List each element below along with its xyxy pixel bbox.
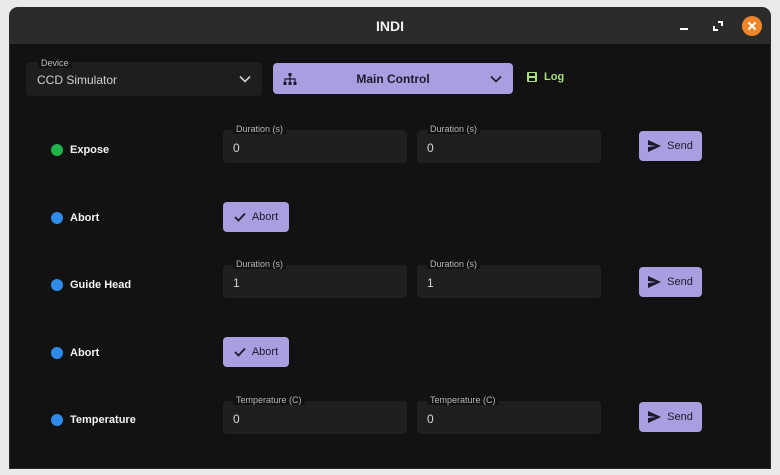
device-select-value: CCD Simulator — [37, 73, 118, 87]
duration-field[interactable]: Duration (s) 1 — [417, 259, 601, 298]
maximize-button[interactable] — [708, 16, 728, 36]
status-indicator — [51, 144, 63, 156]
abort-button[interactable]: Abort — [223, 337, 289, 367]
window-title: INDI — [376, 18, 404, 34]
temperature-field[interactable]: Temperature (C) 0 — [223, 395, 407, 434]
send-button[interactable]: Send — [639, 131, 702, 161]
duration-field[interactable]: Duration (s) 0 — [223, 124, 407, 163]
field-label: Temperature (C) — [233, 395, 305, 405]
property-row-guide-head: Guide Head Duration (s) 1 Duration (s) 1… — [10, 259, 770, 301]
duration-field[interactable]: Duration (s) 1 — [223, 259, 407, 298]
field-value: 0 — [233, 141, 240, 155]
property-label: Temperature — [70, 414, 136, 426]
field-value: 0 — [427, 141, 434, 155]
property-label: Guide Head — [70, 279, 132, 291]
minimize-button[interactable] — [674, 16, 694, 36]
property-row-expose: Expose Duration (s) 0 Duration (s) 0 Sen… — [10, 124, 770, 166]
status-indicator — [51, 414, 63, 426]
maximize-icon — [713, 21, 723, 31]
log-label: Log — [544, 71, 565, 83]
chevron-down-icon — [490, 75, 502, 83]
abort-button-label: Abort — [251, 211, 279, 223]
send-button-label: Send — [667, 140, 693, 152]
field-value: 0 — [233, 412, 240, 426]
send-icon — [648, 140, 662, 152]
log-button[interactable]: Log — [526, 71, 564, 83]
main-control-select[interactable]: Main Control — [273, 63, 513, 94]
save-icon — [527, 72, 537, 82]
property-label: Abort — [70, 212, 100, 224]
send-icon — [648, 276, 662, 288]
status-indicator — [51, 212, 63, 224]
property-row-temperature: Temperature Temperature (C) 0 Temperatur… — [10, 395, 770, 437]
minimize-icon — [680, 28, 688, 30]
abort-button-label: Abort — [251, 346, 279, 358]
send-button[interactable]: Send — [639, 402, 702, 432]
close-icon — [747, 21, 757, 31]
property-row-abort: Abort Abort — [10, 337, 770, 369]
send-button-label: Send — [667, 276, 693, 288]
duration-field[interactable]: Duration (s) 0 — [417, 124, 601, 163]
title-bar: INDI — [10, 8, 770, 44]
field-value: 1 — [427, 276, 434, 290]
main-control-label: Main Control — [356, 72, 430, 86]
field-label: Duration (s) — [427, 124, 481, 134]
property-label: Expose — [70, 144, 110, 156]
device-select-label: Device — [38, 58, 72, 68]
property-row-abort: Abort Abort — [10, 202, 770, 234]
send-icon — [648, 411, 662, 423]
temperature-field[interactable]: Temperature (C) 0 — [417, 395, 601, 434]
field-label: Duration (s) — [233, 259, 287, 269]
send-button-label: Send — [667, 411, 693, 423]
chevron-down-icon — [239, 75, 251, 83]
check-icon — [234, 212, 246, 222]
device-select[interactable]: Device CCD Simulator — [26, 58, 262, 96]
close-button[interactable] — [742, 16, 762, 36]
status-indicator — [51, 279, 63, 291]
send-button[interactable]: Send — [639, 267, 702, 297]
field-value: 0 — [427, 412, 434, 426]
check-icon — [234, 347, 246, 357]
field-label: Duration (s) — [427, 259, 481, 269]
abort-button[interactable]: Abort — [223, 202, 289, 232]
field-label: Temperature (C) — [427, 395, 499, 405]
status-indicator — [51, 347, 63, 359]
app-window: INDI Device CCD Simulator Main Control L… — [10, 8, 770, 468]
field-label: Duration (s) — [233, 124, 287, 134]
field-value: 1 — [233, 276, 240, 290]
property-label: Abort — [70, 347, 100, 359]
